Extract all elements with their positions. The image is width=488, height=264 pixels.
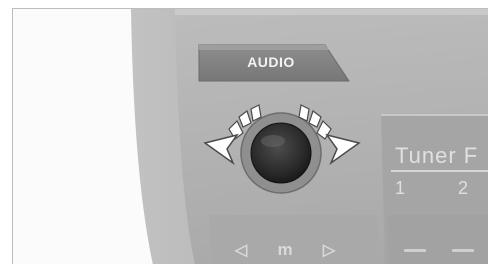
menu-button[interactable]: m — [263, 227, 307, 264]
tuner-divider — [391, 170, 488, 172]
preset-1: 1 — [395, 178, 406, 198]
dash-icon — [404, 248, 426, 252]
previous-icon: ◁ — [234, 242, 248, 259]
panel-frame: AUDIO Tuner F 1 2 ◁ m ▷ — [12, 8, 488, 264]
instrument-panel-illustration: AUDIO Tuner F 1 2 ◁ m ▷ — [0, 0, 488, 264]
menu-button-label: m — [277, 240, 293, 259]
rotary-knob-icon[interactable] — [203, 95, 373, 225]
previous-button[interactable]: ◁ — [219, 227, 263, 264]
next-button[interactable]: ▷ — [307, 227, 351, 264]
dash-button-1[interactable] — [393, 227, 437, 264]
next-icon: ▷ — [322, 242, 336, 259]
dash-icon — [452, 248, 474, 252]
preset-2: 2 — [458, 178, 469, 198]
dash-button-2[interactable] — [441, 227, 485, 264]
audio-button[interactable] — [193, 37, 359, 89]
tuner-display-title: Tuner F — [395, 143, 479, 168]
